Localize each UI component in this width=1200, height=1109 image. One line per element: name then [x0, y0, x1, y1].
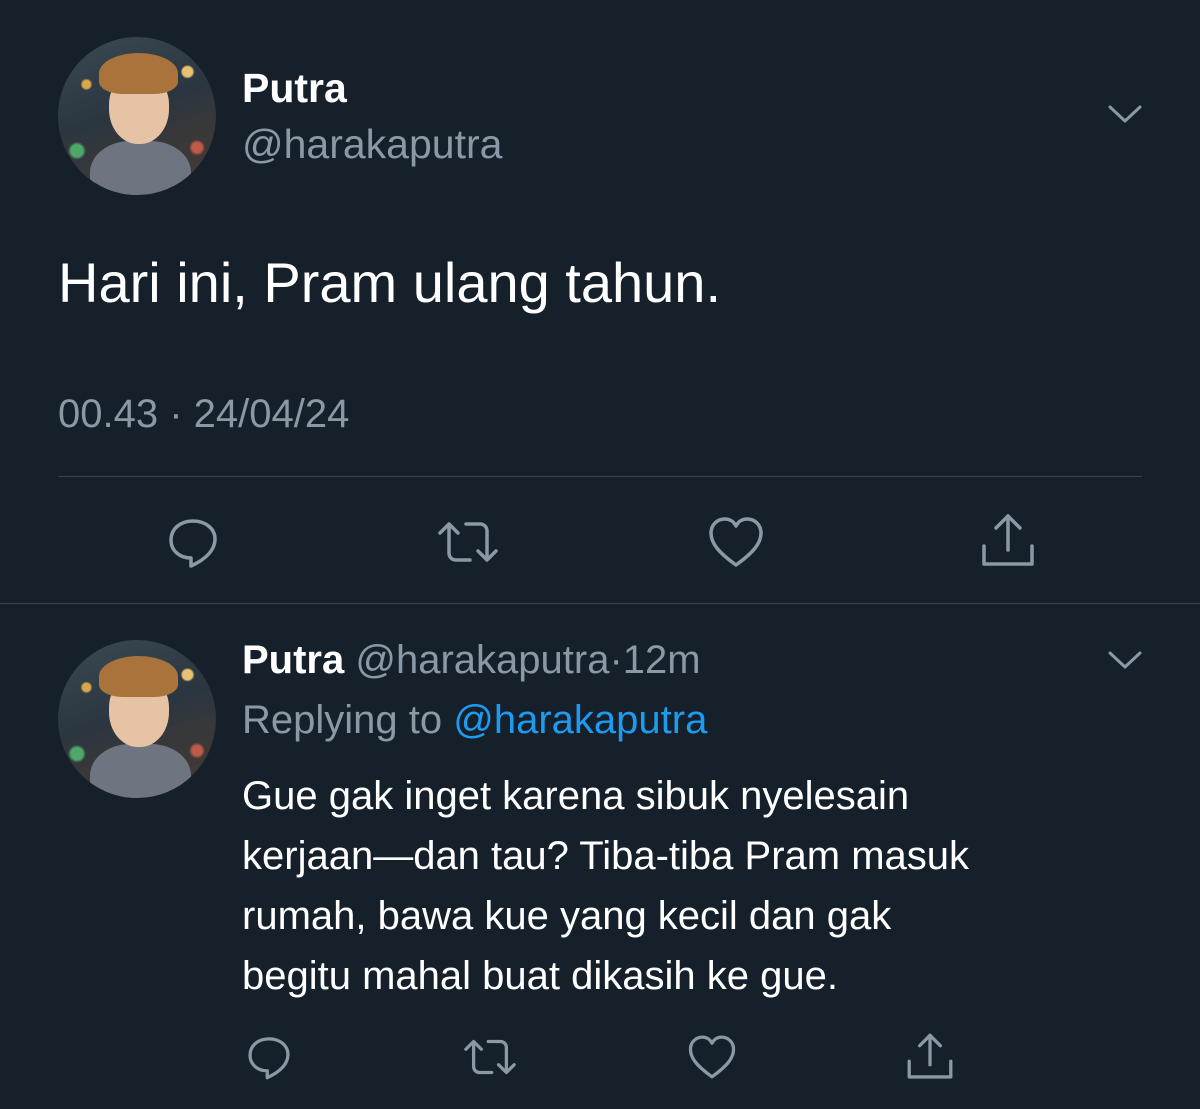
retweet-button[interactable] [436, 513, 500, 571]
author-handle[interactable]: @harakaputra [355, 638, 609, 682]
tweet-timestamp[interactable]: 00.43 · 24/04/24 [58, 390, 349, 438]
retweet-button[interactable] [462, 1032, 518, 1082]
reply-button[interactable] [244, 1032, 294, 1082]
author-name[interactable]: Putra [242, 64, 347, 112]
avatar-shoulders [89, 744, 191, 798]
chevron-down-icon[interactable] [1108, 104, 1142, 124]
divider [0, 603, 1200, 604]
replying-to: Replying to @harakaputra [242, 696, 707, 744]
avatar-hair [99, 655, 179, 697]
reply-button[interactable] [164, 513, 222, 571]
reply-icon [248, 1037, 290, 1080]
share-icon [907, 1033, 953, 1079]
retweet-icon [438, 522, 498, 562]
replying-label: Replying to [242, 698, 443, 742]
avatar[interactable] [58, 37, 216, 195]
avatar-hair [99, 52, 179, 94]
avatar-shoulders [89, 141, 191, 195]
reply-text: Gue gak inget karena sibuk nyelesain ker… [242, 766, 1142, 1006]
tweet-time[interactable]: 12m [623, 638, 701, 682]
like-button[interactable] [686, 1032, 738, 1082]
tweet-text: Hari ini, Pram ulang tahun. [58, 251, 722, 314]
reply-text-line: Gue gak inget karena sibuk nyelesain [242, 774, 910, 818]
reply-text-line: kerjaan—dan tau? Tiba-tiba Pram masuk [242, 834, 970, 878]
divider [58, 476, 1142, 477]
heart-icon [688, 1035, 736, 1079]
mention-link[interactable]: @harakaputra [453, 698, 707, 742]
chevron-down-icon[interactable] [1108, 650, 1142, 670]
reply-text-line: rumah, bawa kue yang kecil dan gak [242, 894, 892, 938]
author-name[interactable]: Putra [242, 638, 344, 682]
separator-dot: · [609, 638, 623, 682]
avatar[interactable] [58, 640, 216, 798]
reply-icon [169, 519, 217, 568]
author-handle[interactable]: @harakaputra [242, 120, 502, 168]
heart-icon [709, 517, 763, 567]
reply-text-line: begitu mahal buat dikasih ke gue. [242, 954, 838, 998]
retweet-icon [464, 1039, 516, 1075]
reply-header: Putra @harakaputra·12m [242, 636, 701, 684]
share-button[interactable] [904, 1030, 956, 1084]
share-icon [982, 514, 1034, 566]
like-button[interactable] [706, 513, 766, 571]
share-button[interactable] [978, 510, 1038, 572]
